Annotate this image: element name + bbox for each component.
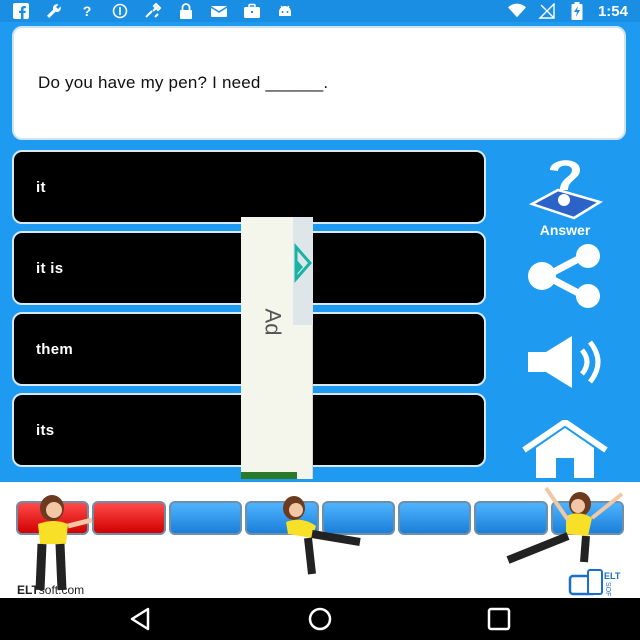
app-screen: ? 1:54 Do you have my pen? I need ______… xyxy=(0,0,640,640)
question-card: Do you have my pen? I need ______. xyxy=(12,26,626,140)
eltsoft-brand: ELTsoft.com xyxy=(17,583,84,597)
girl-figure-left xyxy=(35,495,93,591)
bottom-banner: ELTsoft.com ELT SOFT xyxy=(0,482,640,598)
progress-segment xyxy=(397,501,472,535)
navigation-bar xyxy=(0,598,640,640)
ad-play-icon xyxy=(294,243,312,283)
blocked-icon xyxy=(111,3,129,19)
home-nav-icon[interactable] xyxy=(305,606,335,632)
briefcase-icon xyxy=(243,3,261,19)
ad-strip xyxy=(293,217,313,325)
option-label: it xyxy=(36,179,46,196)
ad-progress-bar xyxy=(241,472,297,479)
no-signal-icon xyxy=(538,3,556,19)
recent-apps-icon[interactable] xyxy=(484,606,514,632)
brand-rest: soft.com xyxy=(38,583,85,597)
battery-charging-icon xyxy=(568,2,586,20)
option-button-1[interactable]: it xyxy=(12,150,486,224)
wrench-icon xyxy=(45,3,63,19)
home-button[interactable] xyxy=(518,420,612,478)
question-icon xyxy=(528,160,604,220)
home-icon xyxy=(522,420,608,478)
option-label: it is xyxy=(36,260,64,277)
eltsoft-logo: ELT SOFT xyxy=(568,569,621,596)
android-icon xyxy=(276,3,294,19)
ad-label: Ad xyxy=(260,308,286,336)
help-icon: ? xyxy=(82,3,92,19)
girl-figure-right xyxy=(506,486,624,564)
tools-icon xyxy=(144,3,162,19)
progress-segment xyxy=(92,501,166,535)
answer-label: Answer xyxy=(539,222,591,238)
option-label: them xyxy=(36,341,74,358)
progress-segment xyxy=(168,501,243,535)
logo-text: ELT xyxy=(604,571,621,581)
status-bar: ? 1:54 xyxy=(0,0,640,22)
sound-button[interactable] xyxy=(518,334,612,390)
girl-figure-center xyxy=(283,496,361,575)
svg-text:SOFT: SOFT xyxy=(604,582,611,596)
mail-icon xyxy=(210,3,228,19)
lock-icon xyxy=(177,3,195,19)
back-icon[interactable] xyxy=(126,606,156,632)
wifi-icon xyxy=(507,3,526,19)
status-time: 1:54 xyxy=(597,2,628,20)
facebook-icon xyxy=(12,3,30,19)
speaker-icon xyxy=(528,336,601,388)
share-icon xyxy=(528,244,600,308)
ad-banner[interactable]: Ad xyxy=(241,217,313,479)
question-text: Do you have my pen? I need ______. xyxy=(38,73,329,92)
brand-bold: ELT xyxy=(17,583,39,597)
option-label: its xyxy=(36,422,55,439)
share-button[interactable] xyxy=(518,244,612,308)
answer-button[interactable]: Answer xyxy=(518,152,612,238)
